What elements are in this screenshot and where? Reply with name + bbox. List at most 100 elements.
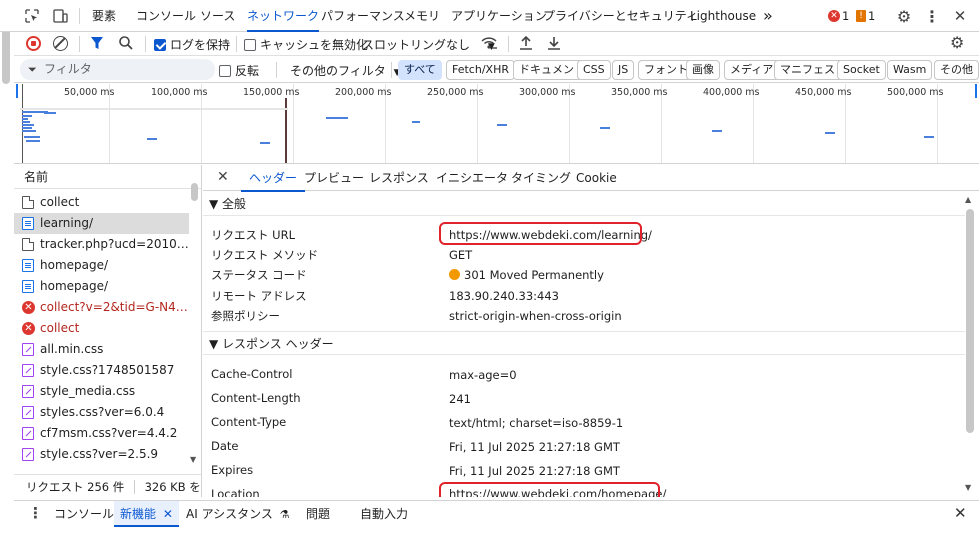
- request-row[interactable]: style.css?ver=2.5.9: [14, 444, 189, 465]
- checkbox-unchecked-icon: [244, 39, 256, 51]
- tab-application[interactable]: アプリケーション: [451, 0, 547, 32]
- settings-gear-icon[interactable]: ⚙: [894, 6, 914, 26]
- disable-cache-checkbox[interactable]: キャッシュを無効化: [244, 36, 368, 53]
- tab-lighthouse[interactable]: Lighthouse: [690, 0, 756, 32]
- status-redirect-dot-icon: [449, 269, 460, 280]
- request-row[interactable]: cf7msm.css?ver=4.4.2: [14, 423, 189, 444]
- tab-response[interactable]: レスポンス: [369, 165, 429, 191]
- request-row[interactable]: learning/: [14, 213, 189, 234]
- request-row[interactable]: collect: [14, 192, 189, 213]
- filter-chip-wasm[interactable]: Wasm: [887, 60, 933, 80]
- html-document-icon: [22, 259, 34, 272]
- drawer-menu-icon[interactable]: ⋮: [28, 504, 43, 522]
- timeline-tick-label: 500,000 ms: [887, 87, 944, 98]
- general-section-header[interactable]: ▼ 全般: [203, 192, 965, 216]
- search-icon[interactable]: [118, 35, 134, 54]
- tab-elements[interactable]: 要素: [92, 0, 116, 32]
- tab-initiator[interactable]: イニシエータ: [436, 165, 508, 191]
- timeline-tick-label: 150,000 ms: [243, 87, 300, 98]
- close-devtools-icon[interactable]: ✕: [950, 6, 970, 26]
- drawer-tab-console[interactable]: コンソール: [54, 501, 114, 527]
- request-name: collect: [40, 195, 80, 209]
- request-row[interactable]: tracker.php?ucd=201012...: [14, 234, 189, 255]
- request-row[interactable]: style_media.css: [14, 381, 189, 402]
- scroll-up-arrow-icon[interactable]: ▲: [965, 195, 971, 204]
- tab-performance[interactable]: パフォーマンス: [321, 0, 405, 32]
- filter-chip-socket[interactable]: Socket: [837, 60, 886, 80]
- scroll-down-arrow-icon[interactable]: ▼: [965, 483, 971, 492]
- filter-input[interactable]: ⏷ フィルタ: [20, 59, 215, 80]
- header-value: Fri, 11 Jul 2025 21:27:18 GMT: [449, 440, 620, 454]
- location-highlight: [439, 482, 660, 497]
- header-key: ステータス コード: [211, 268, 307, 282]
- more-tabs-icon[interactable]: »: [763, 0, 773, 32]
- detail-tabbar: ✕ ヘッダー プレビュー レスポンス イニシエータ タイミング Cookie: [203, 165, 979, 192]
- tab-memory[interactable]: メモリ: [404, 0, 440, 32]
- tab-sources[interactable]: ソース: [200, 0, 235, 32]
- throttling-select[interactable]: スロットリングなし ▼: [362, 36, 495, 53]
- warning-count-badge[interactable]: ! 1: [856, 8, 875, 24]
- filter-chip-media[interactable]: メディア: [724, 60, 780, 80]
- request-name: homepage/: [40, 279, 109, 293]
- request-row[interactable]: all.min.css: [14, 339, 189, 360]
- tab-preview[interactable]: プレビュー: [304, 165, 364, 191]
- timeline-tick-label: 250,000 ms: [427, 87, 484, 98]
- request-row[interactable]: ✕ collect: [14, 318, 189, 339]
- header-value: 241: [449, 392, 471, 406]
- drawer-tab-ai-assistance[interactable]: AI アシスタンス ⚗: [186, 501, 290, 527]
- name-column-header[interactable]: 名前: [14, 165, 201, 189]
- request-row[interactable]: homepage/: [14, 276, 189, 297]
- request-row[interactable]: styles.css?ver=6.0.4: [14, 402, 189, 423]
- tab-headers[interactable]: ヘッダー: [240, 165, 306, 192]
- timeline-right-handle[interactable]: [975, 84, 977, 98]
- status-code-text: 301 Moved Permanently: [464, 268, 604, 282]
- network-settings-gear-icon[interactable]: ⚙: [950, 33, 964, 52]
- error-icon: ✕: [828, 10, 840, 22]
- timeline-request-bar: [44, 112, 56, 114]
- drawer-tab-autofill[interactable]: 自動入力: [360, 501, 408, 527]
- response-headers-section-header[interactable]: ▼ レスポンス ヘッダー: [203, 331, 965, 355]
- network-conditions-wifi-icon[interactable]: [480, 35, 498, 54]
- more-filters-dropdown[interactable]: その他のフィルタ ▼: [290, 62, 401, 79]
- tab-cookie[interactable]: Cookie: [576, 165, 617, 191]
- request-row[interactable]: style.css?1748501587: [14, 360, 189, 381]
- tab-network[interactable]: ネットワーク: [247, 0, 320, 32]
- tab-privacy-security[interactable]: プライバシーとセキュリティ: [543, 0, 698, 32]
- detail-scrollbar[interactable]: [966, 209, 974, 433]
- timeline-tick-label: 400,000 ms: [703, 87, 760, 98]
- filter-chip-fetch-xhr[interactable]: Fetch/XHR: [446, 60, 515, 80]
- filter-funnel-icon[interactable]: [90, 35, 104, 54]
- filter-chip-other[interactable]: その他: [934, 60, 979, 80]
- drawer-tab-whats-new[interactable]: 新機能 ✕: [114, 501, 179, 527]
- request-list-scrollbar[interactable]: [191, 183, 198, 201]
- filter-chip-js[interactable]: JS: [612, 60, 635, 80]
- tab-console[interactable]: コンソール: [136, 0, 196, 32]
- filter-chip-image[interactable]: 画像: [686, 60, 720, 80]
- close-tab-icon[interactable]: ✕: [163, 507, 173, 521]
- network-overview-timeline[interactable]: 50,000 ms 100,000 ms 150,000 ms 200,000 …: [14, 84, 979, 164]
- inspect-element-icon[interactable]: [22, 6, 42, 26]
- close-detail-icon[interactable]: ✕: [217, 169, 229, 185]
- clear-icon[interactable]: [53, 36, 68, 51]
- device-toolbar-icon[interactable]: [50, 6, 70, 26]
- more-options-icon[interactable]: ⋮: [922, 6, 942, 26]
- import-har-upload-icon[interactable]: [518, 35, 534, 54]
- filter-chip-css[interactable]: CSS: [577, 60, 611, 80]
- scroll-down-arrow-icon[interactable]: ▼: [190, 455, 196, 464]
- preserve-log-checkbox[interactable]: ログを保持: [154, 36, 230, 53]
- close-drawer-icon[interactable]: ✕: [954, 504, 967, 522]
- experimental-flask-icon: ⚗: [279, 508, 290, 521]
- invert-checkbox[interactable]: 反転: [219, 62, 259, 79]
- timeline-left-handle[interactable]: [16, 84, 18, 98]
- record-stop-icon[interactable]: [26, 36, 41, 51]
- request-row[interactable]: ✕ collect?v=2&tid=G-N4DT...: [14, 297, 189, 318]
- error-count-badge[interactable]: ✕ 1: [828, 8, 849, 24]
- drawer-tab-issues[interactable]: 問題: [306, 501, 330, 527]
- issue-icon: !: [856, 10, 866, 22]
- tab-timing[interactable]: タイミング: [511, 165, 571, 191]
- toolbar-divider: [391, 62, 392, 78]
- export-har-download-icon[interactable]: [546, 35, 562, 54]
- filter-chip-all[interactable]: すべて: [398, 60, 442, 80]
- request-row[interactable]: homepage/: [14, 255, 189, 276]
- header-key: Content-Type: [211, 415, 287, 429]
